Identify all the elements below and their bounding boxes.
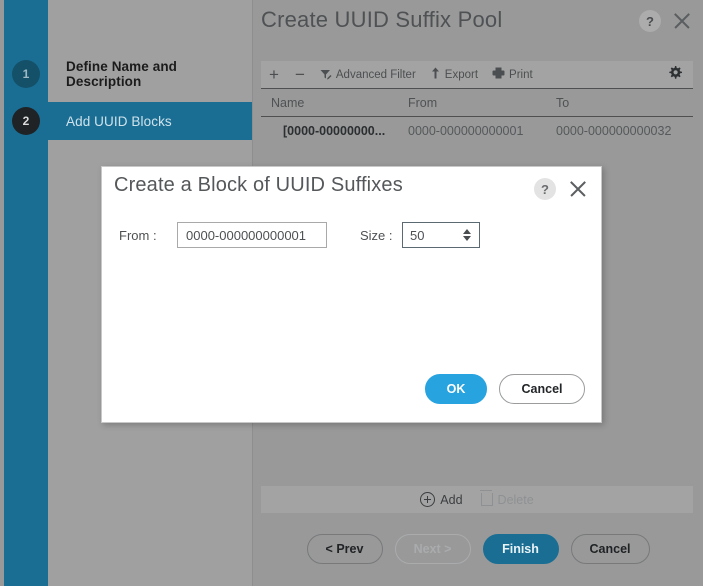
wizard-footer-buttons: < Prev Next > Finish Cancel [253, 534, 703, 564]
add-block-button[interactable]: Add [420, 492, 463, 507]
toolbar-export-label: Export [444, 68, 479, 81]
filter-icon [320, 69, 332, 81]
dialog-footer-buttons: OK Cancel [425, 374, 585, 404]
trash-icon [479, 490, 493, 506]
sidebar-item-label: Add UUID Blocks [66, 113, 172, 129]
dialog-cancel-button[interactable]: Cancel [499, 374, 585, 404]
toolbar-advanced-filter-button[interactable]: Advanced Filter [313, 61, 423, 88]
toolbar-print-label: Print [509, 68, 533, 81]
table-row[interactable]: [0000-00000000... 0000-000000000001 0000… [261, 117, 693, 145]
finish-button[interactable]: Finish [482, 534, 559, 564]
add-block-label: Add [440, 492, 463, 507]
next-button: Next > [394, 534, 471, 564]
delete-block-button: Delete [479, 490, 534, 507]
page-title: Create UUID Suffix Pool [261, 7, 503, 32]
column-header-from[interactable]: From [408, 96, 556, 110]
cancel-button[interactable]: Cancel [570, 534, 650, 564]
from-input[interactable] [177, 222, 327, 248]
close-icon[interactable] [567, 178, 589, 200]
chevron-up-icon[interactable] [463, 229, 471, 234]
toolbar-add-button[interactable]: + [261, 61, 287, 88]
cell-name: [0000-00000000... [283, 124, 386, 138]
from-label: From : [119, 227, 157, 243]
row-action-bar: Add Delete [261, 486, 693, 513]
column-header-to[interactable]: To [556, 96, 693, 110]
stepper-arrows [459, 223, 479, 247]
wizard-window: Define Name and Description Add UUID Blo… [0, 0, 703, 586]
delete-block-label: Delete [497, 492, 534, 507]
chevron-down-icon[interactable] [463, 236, 471, 241]
column-header-name[interactable]: Name [261, 96, 408, 110]
step-badge-1: 1 [12, 60, 40, 88]
dialog-actions: ? [534, 178, 589, 200]
size-label: Size : [360, 227, 393, 243]
sidebar-item-add-uuid-blocks[interactable]: Add UUID Blocks [48, 102, 252, 140]
plus-circle-icon [420, 492, 436, 507]
size-stepper[interactable] [402, 222, 480, 248]
gear-icon[interactable] [667, 65, 693, 84]
create-uuid-block-dialog: Create a Block of UUID Suffixes ? From :… [101, 166, 602, 423]
ok-button[interactable]: OK [425, 374, 487, 404]
prev-button[interactable]: < Prev [306, 534, 383, 564]
uuid-blocks-table: Name From To [0000-00000000... 0000-0000… [261, 89, 693, 145]
printer-icon [492, 67, 505, 82]
toolbar-export-button[interactable]: Export [423, 61, 485, 88]
step-badge-2: 2 [12, 107, 40, 135]
dialog-fields: From : Size : [102, 222, 601, 248]
toolbar-remove-button[interactable]: − [287, 61, 313, 88]
size-input[interactable] [403, 227, 459, 243]
table-toolbar: + − Advanced Filter Export Print [261, 61, 693, 89]
sidebar-item-label: Define Name and Description [66, 59, 178, 89]
window-actions: ? [639, 10, 693, 32]
toolbar-advanced-filter-label: Advanced Filter [335, 68, 416, 81]
cell-from: 0000-000000000001 [408, 124, 524, 138]
help-icon[interactable]: ? [639, 10, 661, 32]
help-icon[interactable]: ? [534, 178, 556, 200]
export-icon [430, 67, 441, 82]
sidebar-item-define-name-and-description[interactable]: Define Name and Description [48, 55, 252, 93]
close-icon[interactable] [671, 10, 693, 32]
cell-to: 0000-000000000032 [556, 124, 672, 138]
dialog-title: Create a Block of UUID Suffixes [114, 174, 403, 196]
table-header-row: Name From To [261, 89, 693, 117]
toolbar-print-button[interactable]: Print [485, 61, 540, 88]
